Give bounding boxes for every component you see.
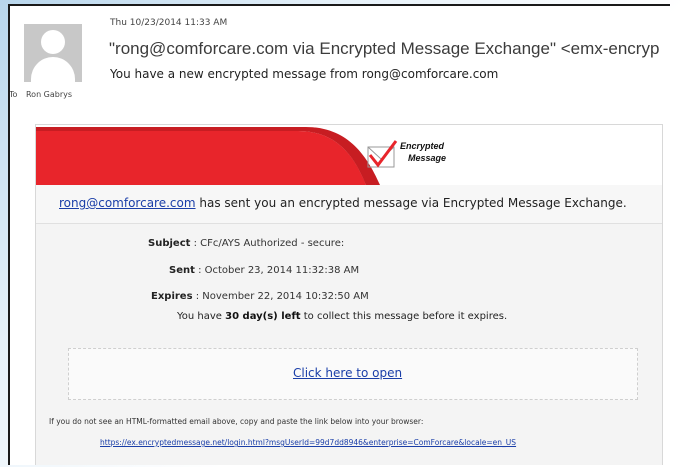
to-label: To xyxy=(9,90,18,99)
sent-value: October 23, 2014 11:32:38 AM xyxy=(204,265,360,276)
fallback-url-link[interactable]: https://ex.encryptedmessage.net/login.ht… xyxy=(100,438,516,447)
click-to-open-link[interactable]: Click here to open xyxy=(293,366,402,380)
sent-label: Sent xyxy=(169,265,195,276)
sent-row: Sent : October 23, 2014 11:32:38 AM xyxy=(169,265,360,276)
recipient-name[interactable]: Ron Gabrys xyxy=(26,90,72,99)
intro-sentence: has sent you an encrypted message via En… xyxy=(195,196,627,210)
open-link-box: Click here to open xyxy=(68,348,638,400)
expires-row: Expires : November 22, 2014 10:32:50 AM xyxy=(151,291,369,302)
fallback-note: If you do not see an HTML-formatted emai… xyxy=(49,417,424,426)
remain-days: 30 day(s) left xyxy=(225,311,301,322)
avatar-head-shape xyxy=(41,30,65,54)
remain-prefix: You have xyxy=(177,311,226,322)
sender-avatar xyxy=(24,24,82,82)
remain-suffix: to collect this message before it expire… xyxy=(300,311,508,322)
subject-value: CFc/AYS Authorized - secure: xyxy=(200,238,345,249)
subject-row: Subject : CFc/AYS Authorized - secure: xyxy=(148,238,345,249)
intro-row: rong@comforcare.com has sent you an encr… xyxy=(36,185,662,224)
banner-swoosh-graphic xyxy=(36,125,662,185)
received-date: Thu 10/23/2014 11:33 AM xyxy=(110,18,228,28)
days-remaining-text: You have 30 day(s) left to collect this … xyxy=(177,311,507,322)
intro-text: rong@comforcare.com has sent you an encr… xyxy=(59,196,627,210)
expires-value: November 22, 2014 10:32:50 AM xyxy=(202,291,369,302)
logo-word-message: Message xyxy=(408,153,447,163)
recipient-line: To Ron Gabrys xyxy=(9,90,72,99)
reading-pane: Thu 10/23/2014 11:33 AM "rong@comforcare… xyxy=(8,4,670,465)
expires-label: Expires xyxy=(151,291,193,302)
email-subject: You have a new encrypted message from ro… xyxy=(110,67,499,81)
sender-address[interactable]: "rong@comforcare.com via Encrypted Messa… xyxy=(109,39,659,59)
subject-label: Subject xyxy=(148,238,191,249)
avatar-body-shape xyxy=(31,57,75,82)
logo-word-encrypted: Encrypted xyxy=(400,141,445,151)
encrypted-message-logo: Encrypted Message xyxy=(366,139,456,173)
email-body-card: Encrypted Message rong@comforcare.com ha… xyxy=(35,124,663,465)
sender-email-link[interactable]: rong@comforcare.com xyxy=(59,196,196,210)
checkmark-envelope-icon xyxy=(367,140,398,168)
email-banner: Encrypted Message xyxy=(36,125,662,185)
